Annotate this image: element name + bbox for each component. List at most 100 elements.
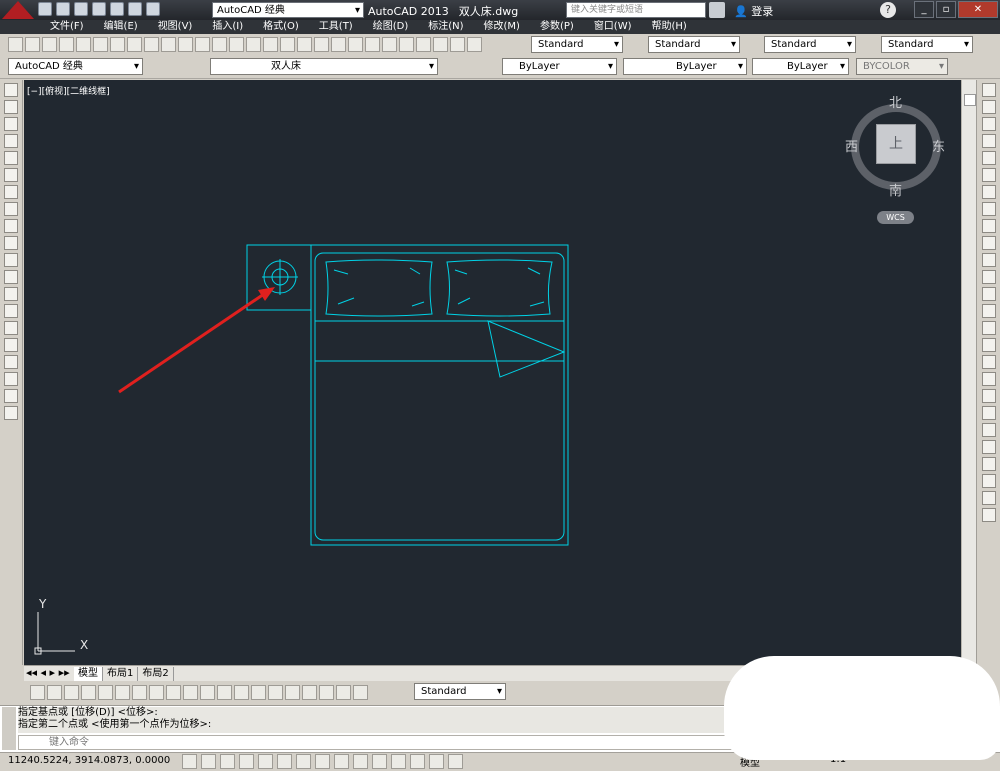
draw-tool-icon[interactable]	[4, 270, 18, 284]
modify-tool-icon[interactable]	[982, 321, 996, 335]
dimension-tool-icon[interactable]	[234, 685, 249, 700]
modify-tool-icon[interactable]	[982, 219, 996, 233]
dimension-tool-icon[interactable]	[353, 685, 368, 700]
dimension-tool-icon[interactable]	[166, 685, 181, 700]
linetype-select[interactable]: ByLayer	[623, 58, 747, 75]
status-toggle-icon[interactable]	[258, 754, 273, 769]
status-toggle-icon[interactable]	[182, 754, 197, 769]
undo-icon[interactable]	[128, 2, 142, 16]
menu-item[interactable]: 绘图(D)	[363, 20, 419, 34]
help-button[interactable]: ?	[880, 2, 896, 18]
modify-tool-icon[interactable]	[982, 355, 996, 369]
toolbar-button-icon[interactable]	[25, 37, 40, 52]
dimension-tool-icon[interactable]	[319, 685, 334, 700]
toolbar-button-icon[interactable]	[297, 37, 312, 52]
menu-item[interactable]: 窗口(W)	[584, 20, 642, 34]
toolbar-button-icon[interactable]	[331, 37, 346, 52]
modify-tool-icon[interactable]	[982, 83, 996, 97]
status-toggle-icon[interactable]	[353, 754, 368, 769]
modify-tool-icon[interactable]	[982, 236, 996, 250]
close-button[interactable]: ✕	[958, 1, 998, 18]
layer-select[interactable]: 双人床	[210, 58, 438, 75]
toolbar-button-icon[interactable]	[365, 37, 380, 52]
modify-tool-icon[interactable]	[982, 372, 996, 386]
toolbar-button-icon[interactable]	[42, 37, 57, 52]
menu-item[interactable]: 修改(M)	[474, 20, 530, 34]
modify-tool-icon[interactable]	[982, 185, 996, 199]
menu-item[interactable]: 文件(F)	[40, 20, 94, 34]
layout-tab[interactable]: 模型	[74, 667, 103, 681]
draw-tool-icon[interactable]	[4, 202, 18, 216]
toolbar-button-icon[interactable]	[348, 37, 363, 52]
toolbar-button-icon[interactable]	[399, 37, 414, 52]
text-style-select[interactable]: Standard	[531, 36, 623, 53]
toolbar-button-icon[interactable]	[110, 37, 125, 52]
draw-tool-icon[interactable]	[4, 355, 18, 369]
multileader-style-select[interactable]: Standard	[881, 36, 973, 53]
color-select[interactable]: ByLayer	[502, 58, 617, 75]
modify-tool-icon[interactable]	[982, 270, 996, 284]
draw-tool-icon[interactable]	[4, 134, 18, 148]
status-toggle-icon[interactable]	[391, 754, 406, 769]
menu-item[interactable]: 插入(I)	[202, 20, 253, 34]
modify-tool-icon[interactable]	[982, 440, 996, 454]
status-toggle-icon[interactable]	[277, 754, 292, 769]
modify-tool-icon[interactable]	[982, 389, 996, 403]
vertical-scrollbar[interactable]	[961, 80, 977, 665]
draw-tool-icon[interactable]	[4, 219, 18, 233]
toolbar-button-icon[interactable]	[263, 37, 278, 52]
dimension-tool-icon[interactable]	[200, 685, 215, 700]
draw-tool-icon[interactable]	[4, 151, 18, 165]
compass-west[interactable]: 西	[845, 136, 858, 155]
toolbar-button-icon[interactable]	[127, 37, 142, 52]
menu-item[interactable]: 视图(V)	[148, 20, 203, 34]
modify-tool-icon[interactable]	[982, 338, 996, 352]
redo-icon[interactable]	[146, 2, 160, 16]
minimize-button[interactable]: _	[914, 1, 934, 18]
status-toggle-icon[interactable]	[296, 754, 311, 769]
status-toggle-icon[interactable]	[220, 754, 235, 769]
toolbar-button-icon[interactable]	[416, 37, 431, 52]
command-window-handle[interactable]	[2, 707, 16, 750]
menu-item[interactable]: 编辑(E)	[94, 20, 148, 34]
status-toggle-icon[interactable]	[315, 754, 330, 769]
dimension-tool-icon[interactable]	[81, 685, 96, 700]
status-toggle-icon[interactable]	[334, 754, 349, 769]
menu-item[interactable]: 格式(O)	[253, 20, 309, 34]
login-button[interactable]: 👤 登录	[734, 3, 773, 19]
draw-tool-icon[interactable]	[4, 253, 18, 267]
modify-tool-icon[interactable]	[982, 474, 996, 488]
toolbar-button-icon[interactable]	[93, 37, 108, 52]
lineweight-select[interactable]: ByLayer	[752, 58, 849, 75]
status-toggle-icon[interactable]	[448, 754, 463, 769]
modify-tool-icon[interactable]	[982, 304, 996, 318]
toolbar-button-icon[interactable]	[8, 37, 23, 52]
menu-item[interactable]: 参数(P)	[530, 20, 584, 34]
restore-button[interactable]: ▫	[936, 1, 956, 18]
dimension-tool-icon[interactable]	[183, 685, 198, 700]
wcs-menu[interactable]: WCS	[877, 211, 914, 224]
toolbar-button-icon[interactable]	[246, 37, 261, 52]
table-style-select[interactable]: Standard	[764, 36, 856, 53]
open-icon[interactable]	[56, 2, 70, 16]
draw-tool-icon[interactable]	[4, 168, 18, 182]
draw-tool-icon[interactable]	[4, 372, 18, 386]
save-as-icon[interactable]	[92, 2, 106, 16]
toolbar-button-icon[interactable]	[195, 37, 210, 52]
modify-tool-icon[interactable]	[982, 202, 996, 216]
toolbar-button-icon[interactable]	[433, 37, 448, 52]
search-icon[interactable]	[709, 2, 725, 18]
modify-tool-icon[interactable]	[982, 457, 996, 471]
modify-tool-icon[interactable]	[982, 508, 996, 522]
draw-tool-icon[interactable]	[4, 338, 18, 352]
dim-style-select[interactable]: Standard	[648, 36, 740, 53]
toolbar-button-icon[interactable]	[467, 37, 482, 52]
draw-tool-icon[interactable]	[4, 304, 18, 318]
draw-tool-icon[interactable]	[4, 83, 18, 97]
draw-tool-icon[interactable]	[4, 287, 18, 301]
status-toggle-icon[interactable]	[372, 754, 387, 769]
dimension-tool-icon[interactable]	[47, 685, 62, 700]
save-icon[interactable]	[74, 2, 88, 16]
toolbar-button-icon[interactable]	[161, 37, 176, 52]
toolbar-button-icon[interactable]	[280, 37, 295, 52]
